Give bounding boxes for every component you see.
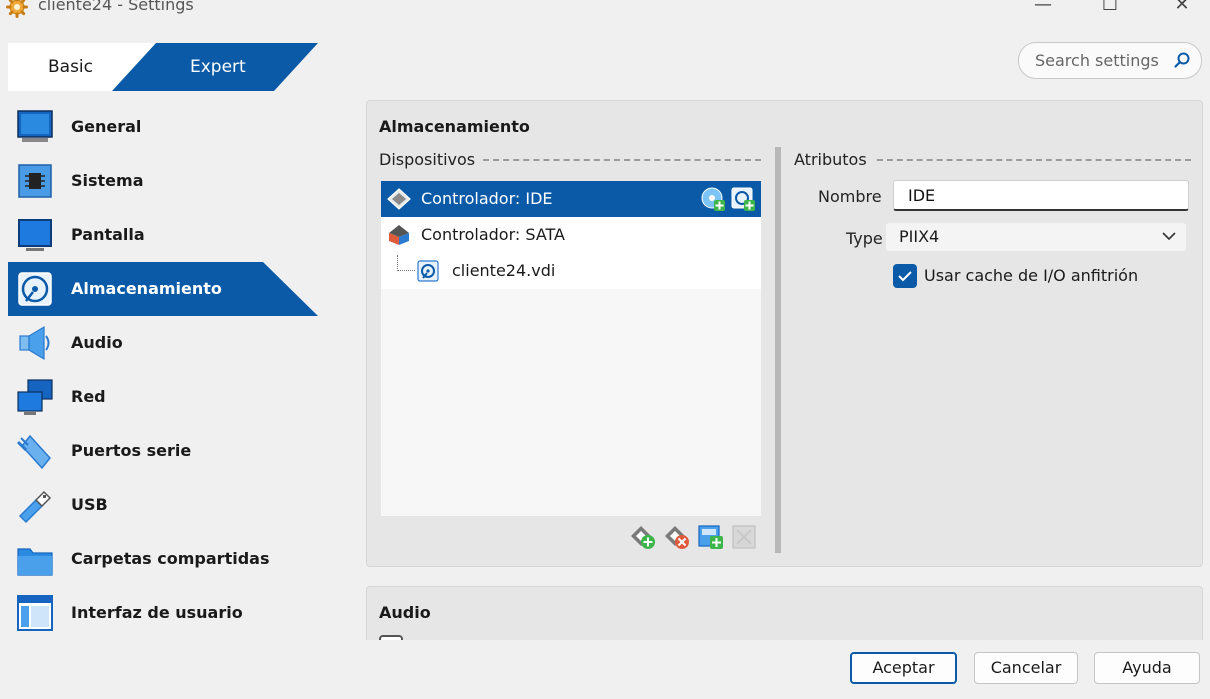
type-label: Type: [846, 229, 883, 248]
type-dropdown[interactable]: PIIX4: [886, 223, 1186, 251]
hard-disk-icon: [417, 260, 439, 282]
sidebar-item-red[interactable]: Red: [8, 370, 318, 424]
name-label: Nombre: [818, 187, 882, 206]
search-input[interactable]: [1035, 51, 1175, 70]
sidebar-item-label: General: [71, 117, 142, 136]
attributes-label: Atributos: [794, 150, 867, 169]
devices-divider: [483, 159, 761, 161]
sidebar-item-label: Sistema: [71, 171, 144, 190]
type-value: PIIX4: [899, 227, 940, 246]
audio-enable-checkbox[interactable]: [379, 635, 403, 640]
help-button[interactable]: Ayuda: [1094, 652, 1200, 684]
add-hard-disk-icon[interactable]: [730, 186, 756, 212]
checkmark-icon: [898, 271, 912, 282]
storage-tree[interactable]: Controlador: IDE Controlador: SATA clien…: [381, 181, 761, 516]
host-io-cache-checkbox[interactable]: [893, 264, 917, 288]
serial-port-icon: [16, 434, 51, 470]
tree-item-sata-controller[interactable]: Controlador: SATA: [381, 217, 761, 253]
folder-icon: [17, 548, 53, 576]
host-io-cache-label: Usar cache de I/O anfitrión: [924, 266, 1139, 285]
tree-item-label: Controlador: SATA: [421, 225, 565, 244]
usb-icon: [18, 490, 52, 524]
sidebar-item-label: Red: [71, 387, 106, 406]
tab-expert-label: Expert: [190, 57, 246, 77]
speaker-icon: [19, 325, 50, 361]
panel-title: Audio: [379, 603, 431, 622]
sidebar-item-label: Puertos serie: [71, 441, 192, 460]
window-title: cliente24 - Settings: [38, 0, 194, 14]
gear-icon: [6, 0, 28, 18]
add-controller-icon[interactable]: [629, 523, 657, 551]
sidebar-item-label: Pantalla: [71, 225, 145, 244]
title-bar: cliente24 - Settings — ☐ ✕: [0, 0, 1210, 20]
cancel-button[interactable]: Cancelar: [974, 652, 1078, 684]
audio-panel: Audio: [366, 586, 1203, 640]
network-icon: [17, 379, 53, 415]
storage-disk-icon: [18, 272, 52, 306]
add-optical-drive-icon[interactable]: [700, 186, 726, 212]
devices-label: Dispositivos: [379, 150, 476, 169]
minimize-button[interactable]: —: [1023, 0, 1063, 20]
panel-title: Almacenamiento: [379, 117, 530, 136]
remove-attachment-icon[interactable]: [731, 523, 759, 551]
sidebar-item-sistema[interactable]: Sistema: [8, 154, 318, 208]
display-icon: [18, 219, 52, 251]
chip-icon: [18, 164, 52, 198]
tree-item-label: cliente24.vdi: [452, 261, 556, 280]
sidebar-item-label: Carpetas compartidas: [71, 549, 270, 568]
ok-button[interactable]: Aceptar: [850, 652, 957, 684]
mode-tabs: Basic Expert: [8, 43, 318, 91]
monitor-icon: [17, 110, 53, 142]
tree-item-hard-disk[interactable]: cliente24.vdi: [381, 253, 761, 289]
sidebar-item-puertos-serie[interactable]: Puertos serie: [8, 424, 318, 478]
ide-controller-icon: [387, 188, 411, 210]
sidebar-item-audio[interactable]: Audio: [8, 316, 318, 370]
sidebar-item-almacenamiento[interactable]: Almacenamiento: [8, 262, 318, 316]
close-button[interactable]: ✕: [1162, 0, 1202, 20]
remove-controller-icon[interactable]: [663, 523, 691, 551]
attributes-divider: [877, 159, 1191, 161]
sidebar-item-label: Almacenamiento: [71, 279, 222, 298]
pane-splitter[interactable]: [775, 147, 781, 553]
sidebar-item-usb[interactable]: USB: [8, 478, 318, 532]
search-box: [1018, 42, 1202, 79]
sata-controller-icon: [389, 225, 409, 245]
sidebar-item-interfaz-de-usuario[interactable]: Interfaz de usuario: [8, 586, 318, 640]
sidebar-item-carpetas-compartidas[interactable]: Carpetas compartidas: [8, 532, 318, 586]
sidebar-item-label: Interfaz de usuario: [71, 603, 243, 622]
chevron-down-icon: [1162, 232, 1176, 241]
storage-panel: Almacenamiento Dispositivos Controlador:…: [366, 100, 1203, 567]
sidebar-item-label: Audio: [71, 333, 123, 352]
name-field[interactable]: [893, 180, 1189, 211]
add-attachment-icon[interactable]: [697, 523, 725, 551]
search-icon[interactable]: [1173, 51, 1191, 69]
sidebar-item-general[interactable]: General: [8, 100, 318, 154]
sidebar-item-label: USB: [71, 495, 108, 514]
window-layout-icon: [17, 595, 53, 631]
tab-basic-label: Basic: [48, 57, 94, 77]
tree-item-label: Controlador: IDE: [421, 189, 553, 208]
maximize-button[interactable]: ☐: [1090, 0, 1130, 20]
sidebar-item-pantalla[interactable]: Pantalla: [8, 208, 318, 262]
tree-item-ide-controller[interactable]: Controlador: IDE: [381, 181, 761, 217]
